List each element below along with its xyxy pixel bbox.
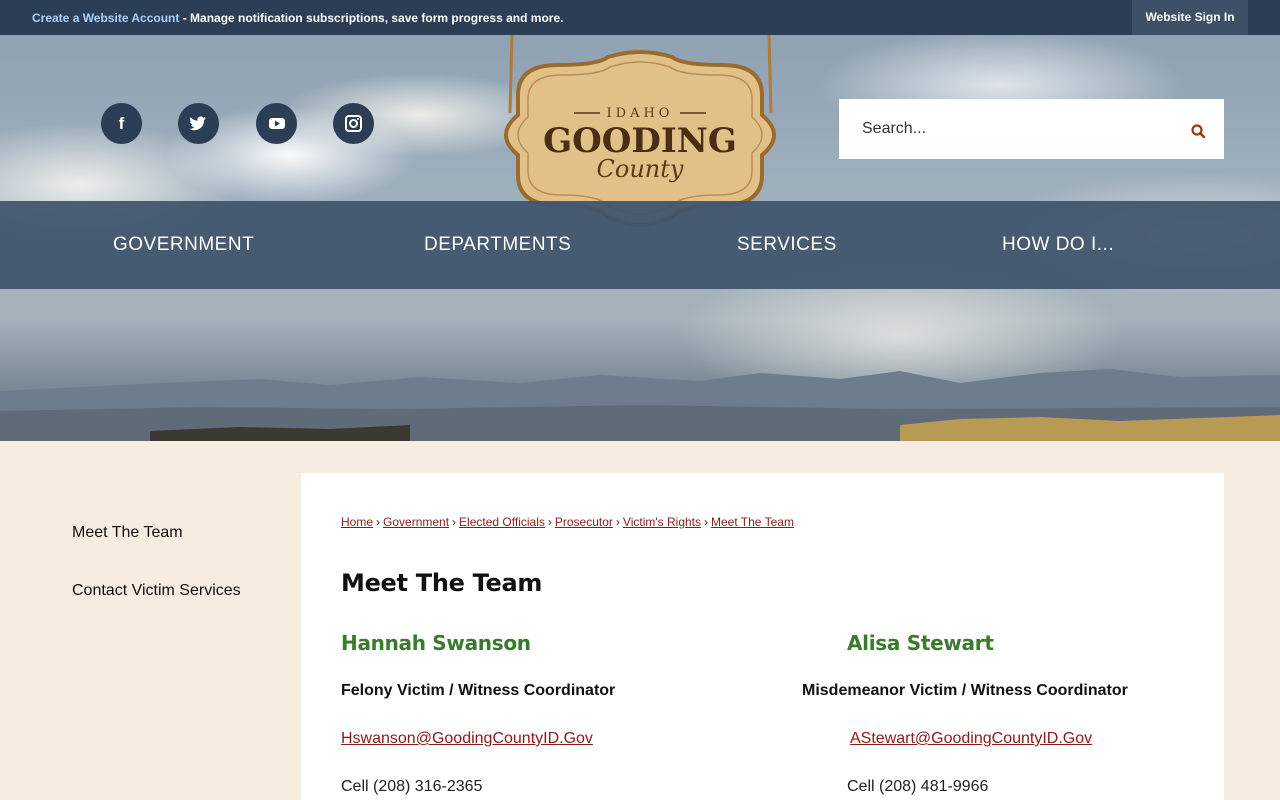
main-content: Home › Government › Elected Officials › Prosec…: [301, 473, 1224, 800]
svg-text:IDAHO: IDAHO: [607, 106, 674, 121]
team-member-role: Misdemeanor Victim / Witness Coordinator: [802, 682, 1128, 699]
team-member-name: Hannah Swanson: [341, 631, 531, 655]
account-notice-text: - Manage notification subscriptions, sav…: [179, 11, 564, 25]
account-notice: Create a Website Account - Manage notifi…: [32, 11, 563, 25]
team-member-phone: Cell (208) 316-2365: [341, 778, 483, 795]
mountain-landscape: [0, 369, 1280, 441]
page-title: Meet The Team: [341, 569, 543, 597]
breadcrumb-separator: ›: [452, 515, 457, 529]
breadcrumb-home[interactable]: Home: [341, 515, 373, 529]
twitter-icon[interactable]: [178, 103, 219, 144]
create-account-link[interactable]: Create a Website Account: [32, 11, 179, 25]
instagram-camera-icon: [345, 115, 362, 132]
breadcrumb-separator: ›: [615, 515, 620, 529]
nav-departments[interactable]: DEPARTMENTS: [424, 201, 571, 289]
breadcrumb-government[interactable]: Government: [383, 515, 449, 529]
website-sign-in-button[interactable]: Website Sign In: [1132, 0, 1248, 35]
team-member-name: Alisa Stewart: [847, 631, 994, 655]
top-bar: Create a Website Account - Manage notifi…: [0, 0, 1280, 35]
sidebar-item-contact-victim-services[interactable]: Contact Victim Services: [72, 582, 241, 600]
hero-banner: f IDAHO GOODING County GOVERNMENT DEPART: [0, 35, 1280, 441]
breadcrumb-elected-officials[interactable]: Elected Officials: [459, 515, 545, 529]
search-input[interactable]: [839, 99, 1179, 159]
search-button[interactable]: [1189, 121, 1209, 141]
youtube-icon[interactable]: [256, 103, 297, 144]
breadcrumb-separator: ›: [704, 515, 708, 529]
search-box: [839, 99, 1224, 159]
nav-how-do-i[interactable]: HOW DO I...: [1002, 201, 1114, 289]
breadcrumb: Home › Government › Elected Officials › Prosec…: [341, 515, 794, 529]
team-member-email-link[interactable]: Hswanson@GoodingCountyID.Gov: [341, 730, 593, 748]
svg-text:County: County: [597, 155, 684, 183]
sidebar-item-meet-the-team[interactable]: Meet The Team: [72, 524, 183, 542]
youtube-play-icon: [269, 118, 285, 129]
twitter-bird-icon: [189, 116, 206, 131]
search-icon: [1191, 124, 1206, 139]
main-navigation: GOVERNMENT DEPARTMENTS SERVICES HOW DO I…: [0, 201, 1280, 289]
breadcrumb-separator: ›: [376, 515, 381, 529]
breadcrumb-victims-rights[interactable]: Victim's Rights: [623, 515, 701, 529]
team-member-role: Felony Victim / Witness Coordinator: [341, 682, 616, 699]
instagram-icon[interactable]: [333, 103, 374, 144]
nav-government[interactable]: GOVERNMENT: [113, 201, 254, 289]
team-member-email-link[interactable]: AStewart@GoodingCountyID.Gov: [850, 730, 1092, 748]
facebook-icon[interactable]: f: [101, 103, 142, 144]
breadcrumb-separator: ›: [547, 515, 552, 529]
breadcrumb-prosecutor[interactable]: Prosecutor: [555, 515, 613, 529]
breadcrumb-meet-the-team[interactable]: Meet The Team: [711, 515, 794, 529]
team-member-phone: Cell (208) 481-9966: [847, 778, 989, 795]
nav-services[interactable]: SERVICES: [737, 201, 837, 289]
